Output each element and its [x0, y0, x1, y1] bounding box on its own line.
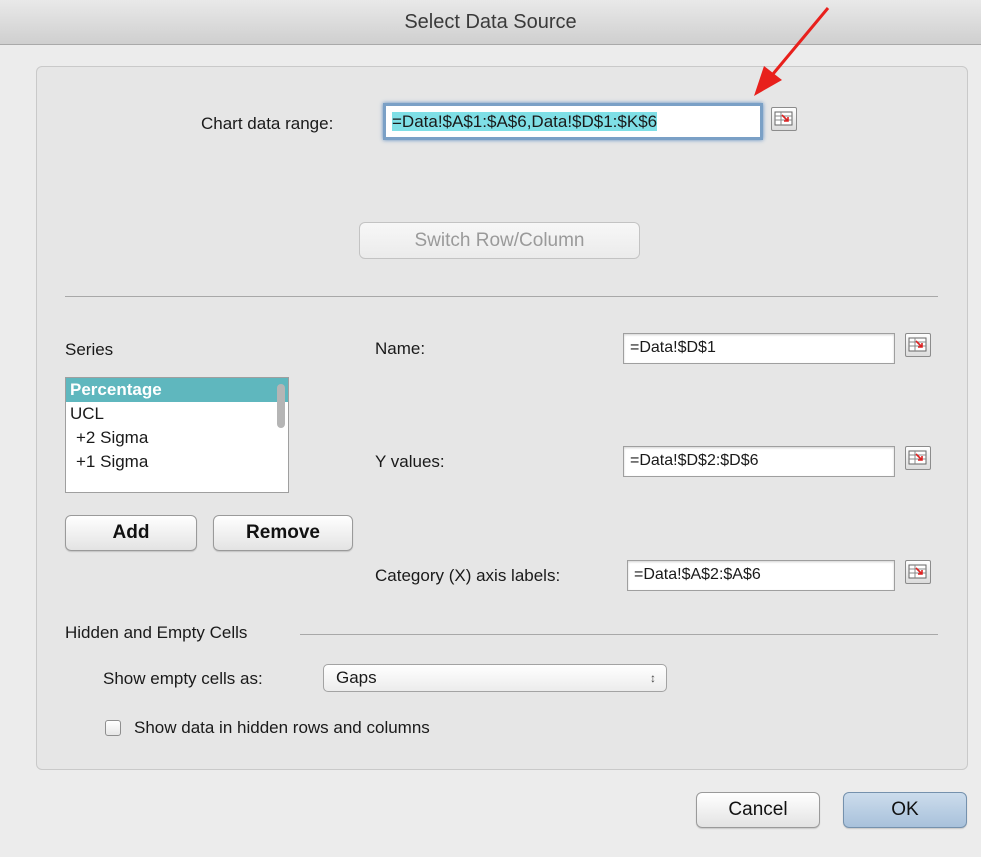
remove-series-button[interactable]: Remove	[213, 515, 353, 551]
show-empty-value: Gaps	[336, 668, 377, 687]
y-values-field[interactable]: =Data!$D$2:$D$6	[623, 446, 895, 477]
y-values-collapse-icon[interactable]	[905, 446, 931, 470]
separator	[65, 296, 938, 297]
series-list[interactable]: Percentage UCL +2 Sigma +1 Sigma	[65, 377, 289, 493]
x-axis-labels-label: Category (X) axis labels:	[375, 566, 561, 585]
chart-range-value: =Data!$A$1:$A$6,Data!$D$1:$K$6	[392, 112, 658, 131]
x-axis-labels-collapse-icon[interactable]	[905, 560, 931, 584]
hidden-empty-separator	[300, 634, 938, 635]
series-item-ucl[interactable]: UCL	[66, 402, 288, 426]
annotation-arrow-icon	[754, 7, 830, 96]
show-empty-select[interactable]: Gaps ↕	[323, 664, 667, 692]
show-empty-label: Show empty cells as:	[103, 669, 263, 688]
name-field[interactable]: =Data!$D$1	[623, 333, 895, 364]
add-series-button[interactable]: Add	[65, 515, 197, 551]
y-values-label: Y values:	[375, 452, 445, 471]
series-heading: Series	[65, 340, 114, 359]
chart-range-label: Chart data range:	[201, 114, 334, 133]
show-hidden-data-checkbox[interactable]	[105, 720, 121, 736]
chart-range-collapse-icon[interactable]	[771, 107, 797, 131]
updown-arrows-icon: ↕	[650, 671, 656, 685]
show-hidden-data-label: Show data in hidden rows and columns	[134, 718, 430, 737]
switch-row-column-button[interactable]: Switch Row/Column	[359, 222, 640, 259]
x-axis-labels-field[interactable]: =Data!$A$2:$A$6	[627, 560, 895, 591]
series-item-plus1-sigma[interactable]: +1 Sigma	[66, 450, 288, 474]
chart-range-field[interactable]: =Data!$A$1:$A$6,Data!$D$1:$K$6	[383, 103, 763, 140]
name-label: Name:	[375, 339, 426, 358]
ok-button[interactable]: OK	[843, 792, 967, 828]
cancel-button[interactable]: Cancel	[696, 792, 820, 828]
series-scrollbar[interactable]	[277, 384, 285, 428]
hidden-empty-heading: Hidden and Empty Cells	[65, 623, 248, 642]
name-collapse-icon[interactable]	[905, 333, 931, 357]
series-item-plus2-sigma[interactable]: +2 Sigma	[66, 426, 288, 450]
series-item-percentage[interactable]: Percentage	[66, 378, 288, 402]
